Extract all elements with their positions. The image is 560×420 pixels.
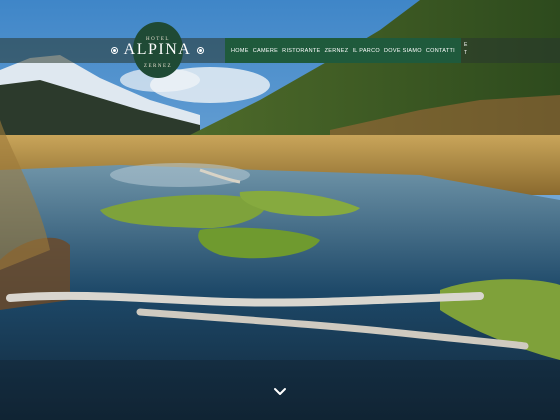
language-option[interactable]: T — [464, 49, 467, 57]
flower-ornament-icon — [110, 46, 118, 54]
flower-ornament-icon — [197, 46, 205, 54]
language-switcher[interactable]: E T — [464, 41, 467, 57]
logo-wordmark[interactable]: ALPINA — [104, 41, 211, 59]
scroll-down-button[interactable] — [273, 384, 287, 395]
nav-item-dove-siamo[interactable]: DOVE SIAMO — [384, 48, 422, 54]
landscape-image — [0, 0, 560, 420]
language-option[interactable]: E — [464, 41, 467, 49]
hero-background — [0, 0, 560, 420]
nav-item-ristorante[interactable]: RISTORANTE — [282, 48, 320, 54]
nav-item-camere[interactable]: CAMERE — [253, 48, 278, 54]
chevron-down-icon — [274, 388, 286, 395]
logo-name: ALPINA — [123, 41, 192, 58]
logo-location-text: ZERNEZ — [143, 64, 173, 69]
nav-item-home[interactable]: HOME — [231, 48, 249, 54]
nav-item-zernez[interactable]: ZERNEZ — [325, 48, 349, 54]
nav-item-il-parco[interactable]: IL PARCO — [352, 48, 379, 54]
main-navigation: HOME CAMERE RISTORANTE ZERNEZ IL PARCO D… — [225, 38, 461, 63]
nav-item-contatti[interactable]: CONTATTI — [426, 48, 455, 54]
